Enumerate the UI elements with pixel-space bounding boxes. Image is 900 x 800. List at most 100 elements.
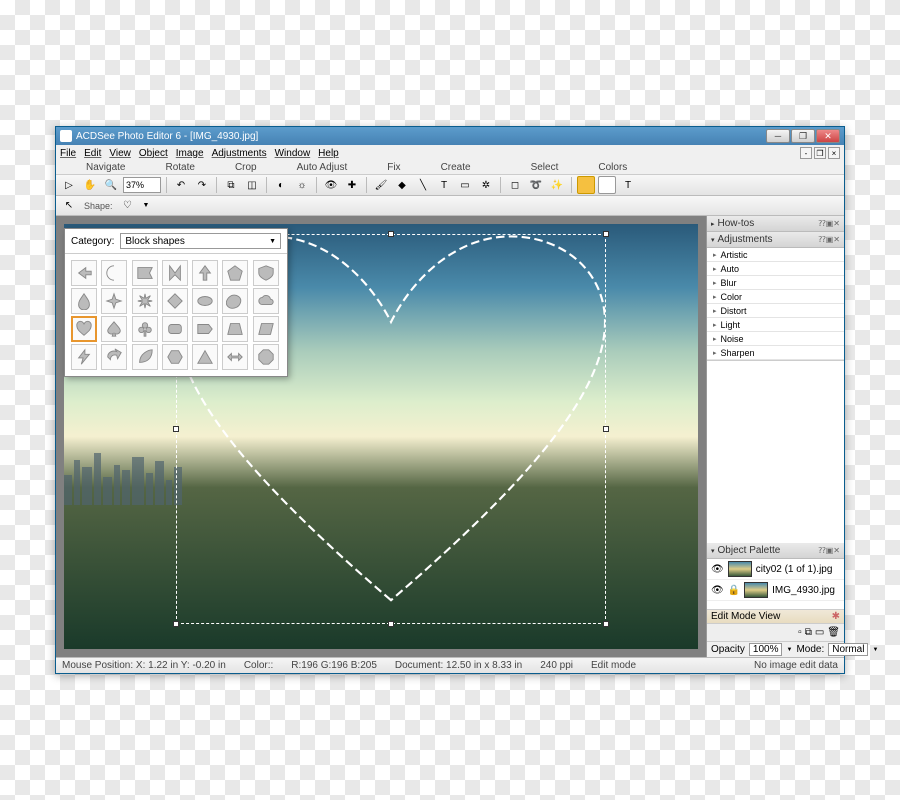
cursor-icon[interactable]: ↖ <box>60 197 78 215</box>
shape-triangle[interactable] <box>192 344 218 370</box>
shape-trapezoid[interactable] <box>222 316 248 342</box>
heal-icon[interactable]: ✚ <box>343 176 361 194</box>
frame-icon[interactable]: ▭ <box>456 176 474 194</box>
new-layer-icon[interactable]: ▫ <box>798 627 802 638</box>
close-button[interactable]: ✕ <box>816 129 840 143</box>
adj-distort[interactable]: Distort <box>707 304 844 318</box>
brush-icon[interactable]: 🖌 <box>372 176 390 194</box>
object-row[interactable]: 👁 🔒 IMG_4930.jpg <box>707 580 844 601</box>
adj-artistic[interactable]: Artistic <box>707 248 844 262</box>
shape-hexagon[interactable] <box>162 344 188 370</box>
shape-spade[interactable] <box>101 316 127 342</box>
panel-controls-icon[interactable]: ⁇▣✕ <box>818 235 840 244</box>
visibility-icon[interactable]: 👁 <box>711 585 724 596</box>
object-palette-header[interactable]: ▾ Object Palette ⁇▣✕ <box>707 543 844 559</box>
shape-arrow-bent[interactable] <box>101 344 127 370</box>
star-icon[interactable]: ✱ <box>832 611 840 622</box>
visibility-icon[interactable]: 👁 <box>711 564 724 575</box>
delete-layer-icon[interactable]: 🗑 <box>827 627 840 638</box>
shape-banner[interactable] <box>132 260 158 286</box>
zoom-tool-icon[interactable]: 🔍 <box>102 176 120 194</box>
shape-pentagon[interactable] <box>222 260 248 286</box>
panel-controls-icon[interactable]: ⁇▣✕ <box>818 546 840 555</box>
pointer-tool-icon[interactable]: ▷ <box>60 176 78 194</box>
adjustments-header[interactable]: ▾ Adjustments ⁇▣✕ <box>707 232 844 248</box>
howtos-header[interactable]: ▸ How-tos ⁇▣✕ <box>707 216 844 232</box>
doc-minimize-button[interactable]: - <box>800 147 812 159</box>
shape-parallelogram[interactable] <box>253 316 279 342</box>
adj-noise[interactable]: Noise <box>707 332 844 346</box>
stamp-icon[interactable]: ✲ <box>477 176 495 194</box>
menu-help[interactable]: Help <box>318 148 339 159</box>
foreground-color-swatch[interactable] <box>577 176 595 194</box>
opacity-dropdown-arrow-icon[interactable]: ▼ <box>786 647 792 653</box>
zoom-input[interactable] <box>123 177 161 193</box>
shape-octagon[interactable] <box>253 344 279 370</box>
shape-star4[interactable] <box>101 288 127 314</box>
marquee-icon[interactable]: ◻ <box>506 176 524 194</box>
resize-handle-mr[interactable] <box>603 426 609 432</box>
category-dropdown[interactable]: Block shapes ▼ <box>120 233 281 249</box>
duplicate-layer-icon[interactable]: ⧉ <box>805 627 812 638</box>
shape-blob[interactable] <box>222 288 248 314</box>
shape-tag[interactable] <box>192 316 218 342</box>
menu-window[interactable]: Window <box>275 148 311 159</box>
adj-sharpen[interactable]: Sharpen <box>707 346 844 360</box>
current-shape-heart-icon[interactable]: ♡ <box>119 197 137 215</box>
panel-controls-icon[interactable]: ⁇▣✕ <box>818 219 840 228</box>
group-icon[interactable]: ▭ <box>815 627 824 638</box>
lock-icon[interactable]: 🔒 <box>728 585 740 596</box>
titlebar[interactable]: ACDSee Photo Editor 6 - [IMG_4930.jpg] ─… <box>56 127 844 145</box>
dropdown-arrow-icon[interactable]: ▼ <box>143 202 150 209</box>
shape-oval[interactable] <box>192 288 218 314</box>
minimize-button[interactable]: ─ <box>766 129 790 143</box>
shape-diamond[interactable] <box>162 288 188 314</box>
shape-drop[interactable] <box>71 288 97 314</box>
adj-light[interactable]: Light <box>707 318 844 332</box>
wand-icon[interactable]: ✨ <box>548 176 566 194</box>
rotate-right-icon[interactable]: ↷ <box>193 176 211 194</box>
shape-burst[interactable] <box>132 288 158 314</box>
resize-handle-bm[interactable] <box>388 621 394 627</box>
background-color-swatch[interactable] <box>598 176 616 194</box>
adj-color[interactable]: Color <box>707 290 844 304</box>
shape-moon[interactable] <box>101 260 127 286</box>
text-tool-icon[interactable]: T <box>435 176 453 194</box>
menu-adjustments[interactable]: Adjustments <box>212 148 267 159</box>
maximize-button[interactable]: ❐ <box>791 129 815 143</box>
redeye-icon[interactable]: 👁 <box>322 176 340 194</box>
opacity-value[interactable]: 100% <box>749 643 783 656</box>
shape-club[interactable] <box>132 316 158 342</box>
canvas[interactable]: Category: Block shapes ▼ <box>56 216 706 657</box>
hand-tool-icon[interactable]: ✋ <box>81 176 99 194</box>
doc-close-button[interactable]: × <box>828 147 840 159</box>
lasso-icon[interactable]: ➰ <box>527 176 545 194</box>
rotate-left-icon[interactable]: ↶ <box>172 176 190 194</box>
crop-tool-icon[interactable]: ⧉ <box>222 176 240 194</box>
shape-rounded-rect[interactable] <box>162 316 188 342</box>
shape-heart[interactable] <box>71 316 97 342</box>
menu-edit[interactable]: Edit <box>84 148 101 159</box>
shape-shield[interactable] <box>253 260 279 286</box>
resize-handle-bl[interactable] <box>173 621 179 627</box>
resize-handle-br[interactable] <box>603 621 609 627</box>
shape-lightning[interactable] <box>71 344 97 370</box>
adj-blur[interactable]: Blur <box>707 276 844 290</box>
line-tool-icon[interactable]: ╲ <box>414 176 432 194</box>
shape-arrow-double[interactable] <box>222 344 248 370</box>
menu-file[interactable]: File <box>60 148 76 159</box>
menu-view[interactable]: View <box>109 148 131 159</box>
resize-handle-tm[interactable] <box>388 231 394 237</box>
shape-leaf[interactable] <box>132 344 158 370</box>
object-row[interactable]: 👁 city02 (1 of 1).jpg <box>707 559 844 580</box>
text-color-icon[interactable]: T <box>619 176 637 194</box>
shape-arrow-left[interactable] <box>71 260 97 286</box>
auto-levels-icon[interactable]: ◐ <box>272 176 290 194</box>
doc-restore-button[interactable]: ❐ <box>814 147 826 159</box>
auto-contrast-icon[interactable]: ☼ <box>293 176 311 194</box>
blend-mode-value[interactable]: Normal <box>828 643 868 656</box>
shape-tool-icon[interactable]: ◆ <box>393 176 411 194</box>
adj-auto[interactable]: Auto <box>707 262 844 276</box>
mode-dropdown-arrow-icon[interactable]: ▼ <box>872 647 878 653</box>
straighten-icon[interactable]: ◫ <box>243 176 261 194</box>
